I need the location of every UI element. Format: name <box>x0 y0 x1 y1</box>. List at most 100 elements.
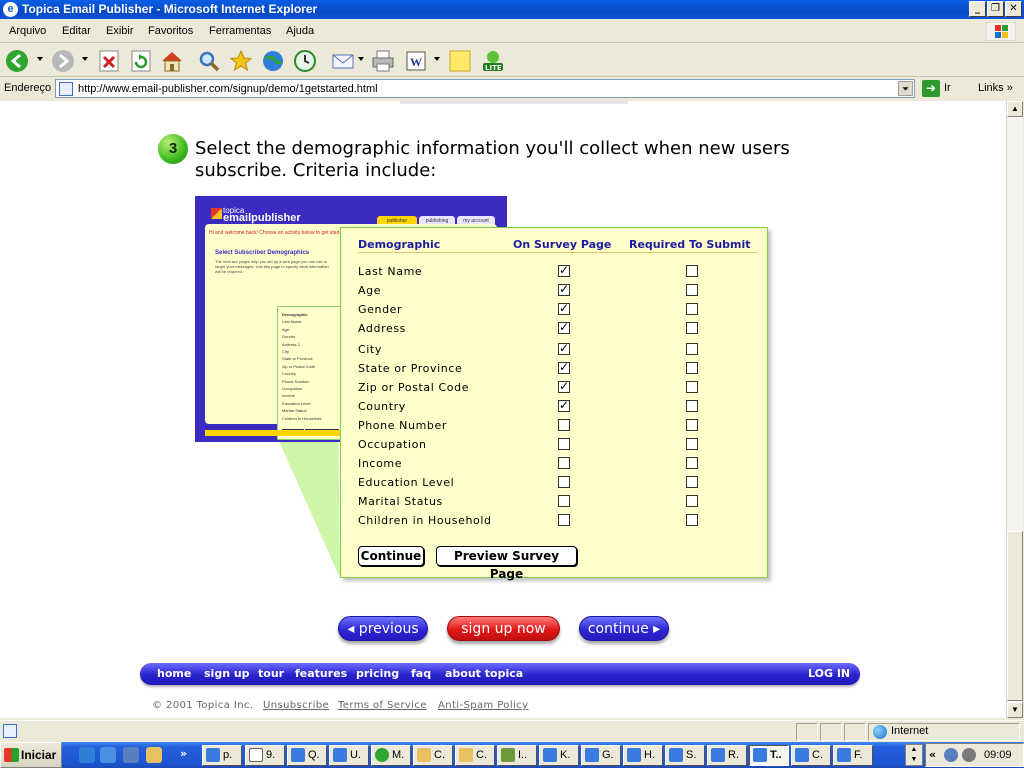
required-checkbox[interactable] <box>686 381 698 393</box>
task-button[interactable]: R. <box>707 745 747 766</box>
quicklaunch-chevron-icon[interactable]: » <box>180 747 187 760</box>
required-checkbox[interactable] <box>686 284 698 296</box>
home-icon[interactable] <box>160 49 184 73</box>
on-survey-checkbox[interactable] <box>558 514 570 526</box>
on-survey-checkbox[interactable] <box>558 438 570 450</box>
favorites-icon[interactable] <box>229 49 253 73</box>
go-arrow-icon[interactable]: ➜ <box>922 80 940 97</box>
on-survey-checkbox[interactable] <box>558 495 570 507</box>
restore-button[interactable]: ❐ <box>987 1 1004 17</box>
footer-link-faq[interactable]: faq <box>411 667 431 680</box>
task-button[interactable]: Q. <box>287 745 327 766</box>
required-checkbox[interactable] <box>686 514 698 526</box>
footer-link-sign-up[interactable]: sign up <box>204 667 250 680</box>
preview-survey-page-button[interactable]: Preview Survey Page <box>436 546 577 581</box>
task-button[interactable]: C. <box>791 745 831 766</box>
start-button[interactable]: Iniciar <box>0 742 62 768</box>
footer-link-pricing[interactable]: pricing <box>356 667 399 680</box>
task-button[interactable]: C. <box>413 745 453 766</box>
address-input[interactable]: http://www.email-publisher.com/signup/de… <box>55 79 915 98</box>
icq-lite-icon[interactable]: LITE <box>481 49 505 73</box>
task-button[interactable]: U. <box>329 745 369 766</box>
address-url[interactable]: http://www.email-publisher.com/signup/de… <box>78 83 378 95</box>
required-checkbox[interactable] <box>686 362 698 374</box>
on-survey-checkbox[interactable] <box>558 457 570 469</box>
required-checkbox[interactable] <box>686 438 698 450</box>
back-dropdown-icon[interactable] <box>37 57 43 61</box>
required-checkbox[interactable] <box>686 400 698 412</box>
go-button[interactable]: Ir <box>944 82 951 94</box>
tray-chevron-icon[interactable]: « <box>929 748 936 761</box>
mail-icon[interactable] <box>331 49 355 73</box>
required-checkbox[interactable] <box>686 419 698 431</box>
on-survey-checkbox[interactable] <box>558 379 570 393</box>
scroll-up-icon[interactable]: ▲ <box>1007 101 1023 117</box>
scroll-thumb[interactable] <box>1007 531 1023 701</box>
footer-link-home[interactable]: home <box>157 667 191 680</box>
required-checkbox[interactable] <box>686 343 698 355</box>
media-icon[interactable] <box>261 49 285 73</box>
edit-icon[interactable]: W <box>404 49 428 73</box>
task-button-active[interactable]: T.. <box>749 745 789 766</box>
mail-dropdown-icon[interactable] <box>358 57 364 61</box>
previous-button[interactable]: ◂ previous <box>338 616 428 641</box>
task-button[interactable]: p. <box>202 745 242 766</box>
refresh-icon[interactable] <box>129 49 153 73</box>
continue-button[interactable]: Continue <box>358 546 424 566</box>
required-checkbox[interactable] <box>686 476 698 488</box>
task-button[interactable]: F. <box>833 745 873 766</box>
task-button[interactable]: M. <box>371 745 411 766</box>
edit-dropdown-icon[interactable] <box>434 57 440 61</box>
on-survey-checkbox[interactable] <box>558 282 570 296</box>
task-button[interactable]: K. <box>539 745 579 766</box>
task-button[interactable]: S. <box>665 745 705 766</box>
continue-nav-button[interactable]: continue ▸ <box>579 616 669 641</box>
folder-quicklaunch-icon[interactable] <box>146 747 162 763</box>
on-survey-checkbox[interactable] <box>558 263 570 277</box>
required-checkbox[interactable] <box>686 303 698 315</box>
on-survey-checkbox[interactable] <box>558 320 570 334</box>
links-button[interactable]: Links » <box>978 82 1013 94</box>
search-icon[interactable] <box>197 49 221 73</box>
on-survey-checkbox[interactable] <box>558 398 570 412</box>
minimize-button[interactable]: _ <box>969 1 986 17</box>
footer-link-tour[interactable]: tour <box>258 667 284 680</box>
task-button[interactable]: 9. <box>245 745 285 766</box>
taskbar-scroll-icon[interactable]: ▲ ▼ <box>905 744 923 766</box>
on-survey-checkbox[interactable] <box>558 419 570 431</box>
sign-up-now-button[interactable]: sign up now <box>447 616 560 641</box>
address-dropdown-icon[interactable] <box>898 81 913 96</box>
menu-arquivo[interactable]: Arquivo <box>9 25 46 37</box>
footer-link-features[interactable]: features <box>295 667 347 680</box>
notes-icon[interactable] <box>448 49 472 73</box>
stop-icon[interactable] <box>97 49 121 73</box>
required-checkbox[interactable] <box>686 322 698 334</box>
forward-dropdown-icon[interactable] <box>82 57 88 61</box>
print-icon[interactable] <box>371 49 395 73</box>
back-icon[interactable] <box>5 49 29 73</box>
footer-link-about-topica[interactable]: about topica <box>445 667 523 680</box>
desktop-quicklaunch-icon[interactable] <box>123 747 139 763</box>
vertical-scrollbar[interactable]: ▲ ▼ <box>1006 101 1023 718</box>
login-link[interactable]: LOG IN <box>808 667 850 680</box>
scroll-down-icon[interactable]: ▼ <box>1007 702 1023 718</box>
terms-of-service-link[interactable]: Terms of Service <box>338 700 427 711</box>
on-survey-checkbox[interactable] <box>558 301 570 315</box>
task-button[interactable]: H. <box>623 745 663 766</box>
menu-ferramentas[interactable]: Ferramentas <box>209 25 271 37</box>
forward-icon[interactable] <box>51 49 75 73</box>
menu-editar[interactable]: Editar <box>62 25 91 37</box>
required-checkbox[interactable] <box>686 265 698 277</box>
speaker-tray-icon[interactable] <box>962 748 976 762</box>
required-checkbox[interactable] <box>686 457 698 469</box>
anti-spam-policy-link[interactable]: Anti-Spam Policy <box>438 700 528 711</box>
task-button[interactable]: C. <box>455 745 495 766</box>
close-button[interactable]: ✕ <box>1005 1 1022 17</box>
on-survey-checkbox[interactable] <box>558 341 570 355</box>
required-checkbox[interactable] <box>686 495 698 507</box>
on-survey-checkbox[interactable] <box>558 360 570 374</box>
on-survey-checkbox[interactable] <box>558 476 570 488</box>
task-button[interactable]: G. <box>581 745 621 766</box>
unsubscribe-link[interactable]: Unsubscribe <box>263 700 329 711</box>
network-tray-icon[interactable] <box>944 748 958 762</box>
